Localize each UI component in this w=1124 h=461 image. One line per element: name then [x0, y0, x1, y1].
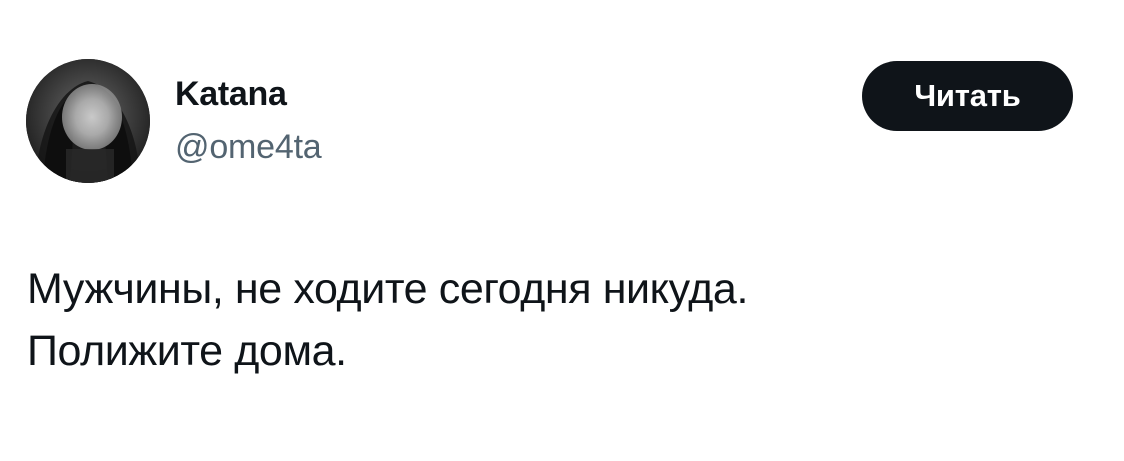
avatar[interactable]	[26, 59, 150, 183]
tweet-line: Мужчины, не ходите сегодня никуда.	[27, 265, 748, 313]
profile-photo-icon	[26, 59, 150, 183]
follow-button[interactable]: Читать	[862, 61, 1073, 131]
tweet-line: Полижите дома.	[27, 327, 347, 375]
user-handle[interactable]: @ome4ta	[175, 127, 322, 167]
display-name[interactable]: Katana	[175, 74, 287, 114]
tweet-text: Мужчины, не ходите сегодня никуда. Полиж…	[27, 258, 748, 382]
